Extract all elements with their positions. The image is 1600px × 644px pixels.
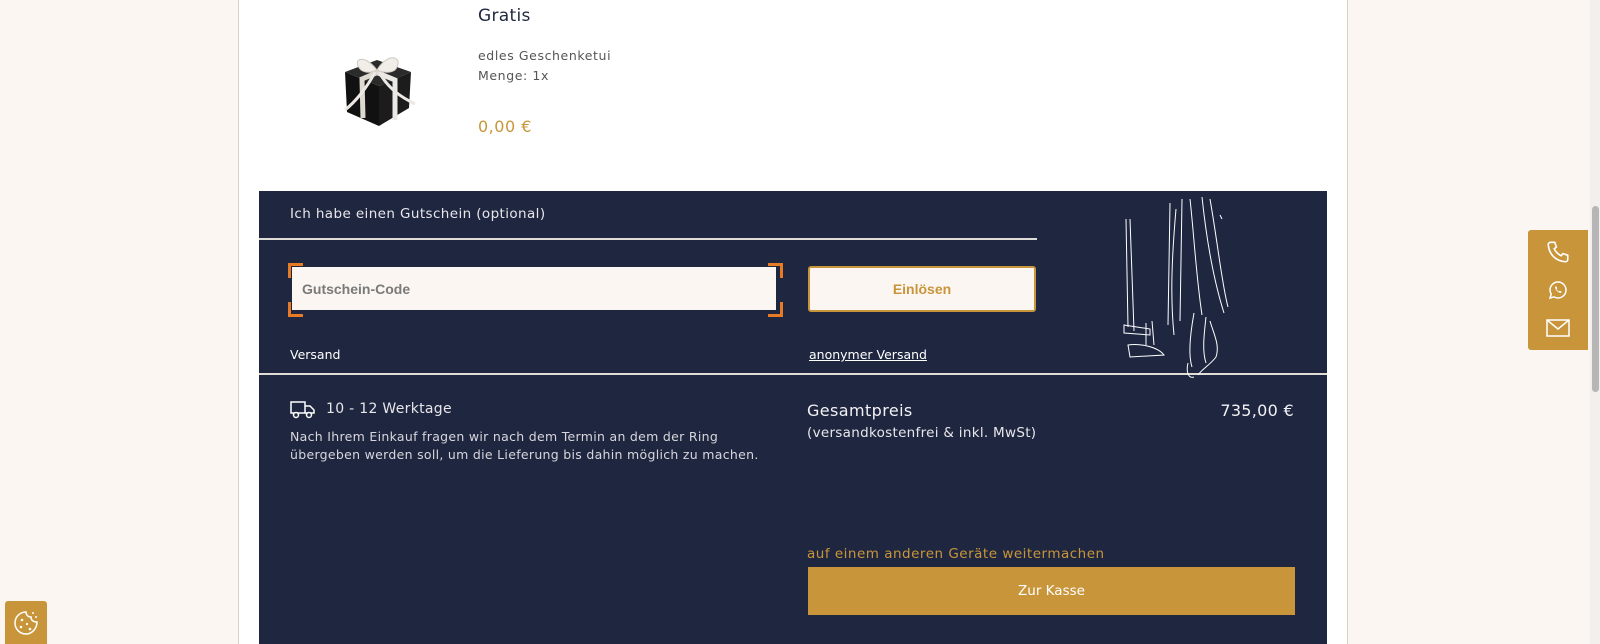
contact-sidebar	[1528, 230, 1588, 350]
delivery-note: Nach Ihrem Einkauf fragen wir nach dem T…	[290, 429, 759, 462]
total-price-label: Gesamtpreis	[807, 401, 913, 420]
voucher-divider	[259, 238, 1037, 240]
phone-button[interactable]	[1528, 234, 1588, 270]
product-title: Gratis	[478, 6, 531, 26]
mail-button[interactable]	[1528, 310, 1588, 346]
continue-on-other-device-link[interactable]: auf einem anderen Geräte weitermachen	[807, 546, 1105, 562]
mail-icon	[1546, 319, 1570, 337]
focus-corner-top-right	[768, 263, 783, 278]
focus-corner-bottom-right	[768, 302, 783, 317]
checkout-button[interactable]: Zur Kasse	[808, 567, 1295, 615]
redeem-voucher-button[interactable]: Einlösen	[808, 266, 1036, 312]
delivery-time: 10 - 12 Werktage	[326, 401, 452, 417]
page-scrollbar-thumb[interactable]	[1592, 206, 1599, 392]
product-description: edles Geschenketui	[478, 48, 612, 63]
phone-icon	[1547, 241, 1569, 263]
whatsapp-button[interactable]	[1528, 272, 1588, 308]
couple-legs-illustration	[1123, 196, 1229, 378]
gift-box-icon	[344, 57, 416, 126]
total-price-subtext: (versandkostenfrei & inkl. MwSt)	[807, 425, 1037, 441]
truck-icon	[290, 401, 315, 419]
cookie-icon	[14, 610, 38, 635]
total-price-value: 735,00 €	[1220, 401, 1294, 420]
cookie-settings-button[interactable]	[5, 601, 47, 644]
product-price: 0,00 €	[478, 117, 532, 136]
product-quantity: Menge: 1x	[478, 68, 549, 83]
gift-box-image	[318, 24, 436, 144]
whatsapp-icon	[1548, 281, 1567, 300]
focus-corner-top-left	[288, 263, 303, 278]
voucher-code-input[interactable]	[292, 267, 776, 310]
focus-corner-bottom-left	[288, 302, 303, 317]
voucher-label: Ich habe einen Gutschein (optional)	[290, 206, 546, 222]
shipping-label: Versand	[290, 347, 341, 362]
anonymous-shipping-link[interactable]: anonymer Versand	[809, 347, 927, 362]
